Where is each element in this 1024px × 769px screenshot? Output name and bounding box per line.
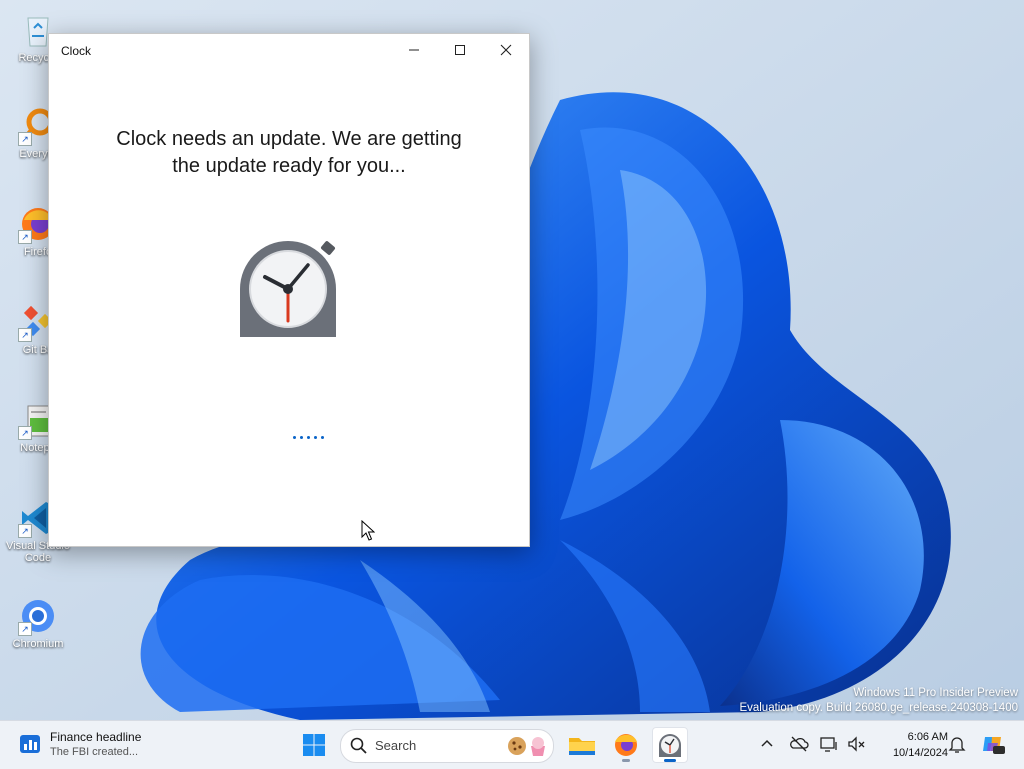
watermark-line1: Windows 11 Pro Insider Preview [853,687,1018,699]
clock-window: Clock Clock needs an update. We are gett… [48,33,530,547]
running-indicator [622,759,630,762]
start-icon [303,734,325,756]
taskbar: Finance headline The FBI created... Sear… [0,720,1024,769]
shortcut-arrow-icon: ↗ [18,622,32,636]
active-app-indicator [664,759,676,762]
loading-dots-indicator [293,434,333,442]
volume-muted-icon[interactable] [845,733,867,755]
window-title: Clock [61,44,92,58]
chromium-icon: ↗ [18,596,58,636]
update-message: Clock needs an update. We are getting th… [89,126,489,180]
update-message-line2: the update ready for you... [172,155,406,177]
onedrive-offline-icon[interactable] [788,733,810,755]
evaluation-watermark: Windows 11 Pro Insider Preview Evaluatio… [739,686,1018,716]
widget-subtitle: The FBI created... [50,746,139,758]
shortcut-arrow-icon: ↗ [18,328,32,342]
start-button[interactable] [296,727,332,763]
show-hidden-icons-chevron-up-icon[interactable] [756,733,778,755]
finance-widget-icon [20,735,40,753]
desktop-icon-chromium[interactable]: ↗ Chromium [2,596,74,650]
close-button[interactable] [483,34,529,66]
taskbar-clock[interactable] [652,727,688,763]
watermark-line2: Evaluation copy. Build 26080.ge_release.… [739,702,1018,714]
window-titlebar[interactable]: Clock [49,34,529,66]
taskbar-search-box[interactable]: Search [340,729,554,763]
taskbar-firefox[interactable] [608,727,644,763]
desktop-icon-label: Chromium [12,638,64,650]
network-icon[interactable] [818,733,840,755]
update-message-line1: Clock needs an update. We are getting [116,128,462,150]
notification-bell-icon[interactable] [946,733,968,755]
clock-date: 10/14/2024 [892,747,948,759]
search-icon [350,737,367,754]
copilot-icon[interactable] [980,731,1006,757]
search-highlight-icon [508,737,545,756]
close-icon [500,44,512,56]
maximize-icon [455,45,465,55]
taskbar-file-explorer[interactable] [564,727,600,763]
clock-app-icon [659,734,681,757]
minimize-button[interactable] [391,34,437,66]
system-clock[interactable]: 6:06 AM 10/14/2024 [872,729,948,761]
firefox-icon [615,734,637,756]
maximize-button[interactable] [437,34,483,66]
widget-title: Finance headline [50,730,142,744]
mouse-cursor-icon [361,520,375,541]
minimize-icon [409,49,419,51]
shortcut-arrow-icon: ↗ [18,132,32,146]
widgets-button[interactable]: Finance headline The FBI created... [14,727,174,763]
shortcut-arrow-icon: ↗ [18,230,32,244]
shortcut-arrow-icon: ↗ [18,524,32,538]
file-explorer-icon [569,738,595,755]
clock-app-icon [240,241,336,337]
search-placeholder: Search [375,738,417,753]
clock-time: 6:06 AM [907,731,948,743]
shortcut-arrow-icon: ↗ [18,426,32,440]
